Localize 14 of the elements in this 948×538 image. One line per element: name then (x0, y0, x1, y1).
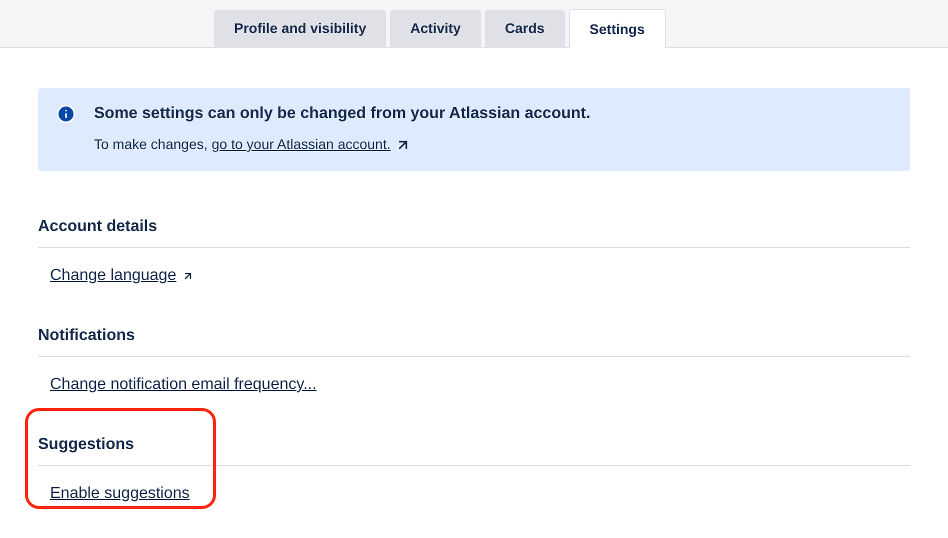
info-icon (56, 104, 76, 124)
settings-link[interactable]: Change language (50, 264, 176, 288)
tab[interactable]: Profile and visibility (214, 10, 386, 47)
notice-title: Some settings can only be changed from your Atlassian account. (94, 104, 590, 124)
section-heading: Account details (38, 215, 910, 248)
notice-text: To make changes, (94, 135, 208, 154)
tab[interactable]: Settings (568, 9, 666, 48)
tab[interactable]: Activity (390, 10, 481, 47)
tab[interactable]: Cards (484, 10, 565, 47)
settings-link[interactable]: Enable suggestions (50, 482, 190, 506)
section-heading: Suggestions (38, 433, 910, 466)
account-link[interactable]: go to your Atlassian account. (212, 134, 391, 155)
settings-link[interactable]: Change notification email frequency... (50, 373, 317, 397)
section-heading: Notifications (38, 324, 910, 357)
